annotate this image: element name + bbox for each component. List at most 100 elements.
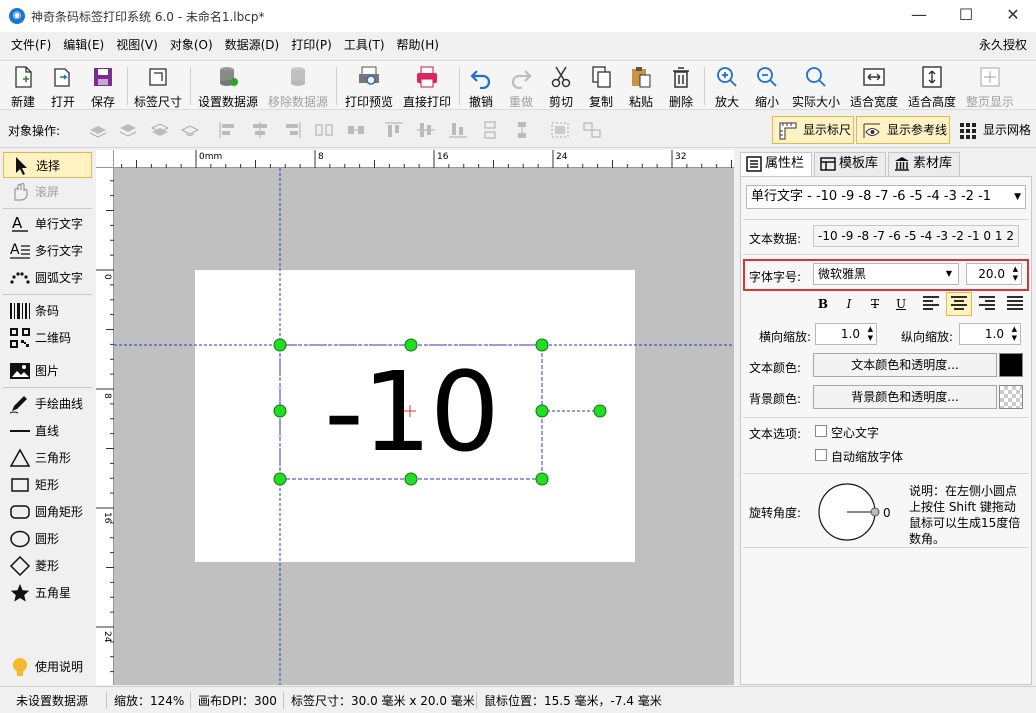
object-select[interactable]: 单行文字 - -10 -9 -8 -7 -6 -5 -4 -3 -2 -1 ▼ bbox=[746, 185, 1026, 209]
tool-star[interactable]: 五角星 bbox=[3, 580, 92, 606]
menu-view[interactable]: 视图(V) bbox=[110, 32, 164, 58]
bring-front-icon[interactable] bbox=[88, 121, 108, 139]
zoom-out-button[interactable]: 缩小 bbox=[750, 63, 784, 109]
bring-forward-icon[interactable] bbox=[118, 121, 138, 139]
vertical-ruler[interactable]: 0 8 16 24 bbox=[96, 168, 114, 685]
fit-width-button[interactable]: 适合宽度 bbox=[848, 63, 900, 109]
distribute-h-icon[interactable] bbox=[314, 121, 334, 139]
paste-button[interactable]: 粘贴 bbox=[624, 63, 658, 109]
menu-help[interactable]: 帮助(H) bbox=[391, 32, 445, 58]
spinner-arrows-icon[interactable]: ▲ ▼ bbox=[1012, 325, 1017, 343]
align-right-icon[interactable] bbox=[282, 121, 302, 139]
same-width-icon[interactable] bbox=[346, 121, 366, 139]
send-back-icon[interactable] bbox=[180, 121, 200, 139]
tab-templates[interactable]: 模板库 bbox=[814, 152, 886, 176]
remove-datasource-button[interactable]: 移除数据源 bbox=[266, 63, 330, 109]
auto-shrink-checkbox[interactable] bbox=[815, 449, 827, 461]
maximize-button[interactable]: ☐ bbox=[943, 0, 989, 32]
canvas-text-object[interactable]: -10 bbox=[284, 348, 538, 476]
bg-color-button[interactable]: 背景颜色和透明度... bbox=[813, 385, 997, 409]
vscale-spinner[interactable]: 1.0 ▲ ▼ bbox=[959, 323, 1021, 345]
align-top-icon[interactable] bbox=[384, 121, 404, 139]
text-color-swatch[interactable] bbox=[999, 353, 1023, 377]
tool-round-rect[interactable]: 圆角矩形 bbox=[3, 499, 92, 525]
hollow-text-checkbox[interactable] bbox=[815, 425, 827, 437]
tool-rect[interactable]: 矩形 bbox=[3, 472, 92, 498]
group-icon[interactable] bbox=[550, 121, 570, 139]
font-size-spinner[interactable]: 20.0 ▲ ▼ bbox=[966, 263, 1022, 285]
align-middle-icon[interactable] bbox=[416, 121, 436, 139]
tool-scroll[interactable]: 滚屏 bbox=[3, 179, 92, 205]
send-backward-icon[interactable] bbox=[150, 121, 170, 139]
cut-button[interactable]: 剪切 bbox=[544, 63, 578, 109]
full-page-button[interactable]: 整页显示 bbox=[964, 63, 1016, 109]
tool-single-text[interactable]: A 单行文字 bbox=[3, 211, 92, 237]
align-center-text-button[interactable] bbox=[946, 292, 972, 316]
show-ruler-toggle[interactable]: 显示标尺 bbox=[772, 116, 854, 144]
same-height-icon[interactable] bbox=[512, 121, 532, 139]
show-guides-toggle[interactable]: 显示参考线 bbox=[856, 116, 950, 144]
menu-datasource[interactable]: 数据源(D) bbox=[219, 32, 286, 58]
align-left-icon[interactable] bbox=[218, 121, 238, 139]
tool-freehand[interactable]: 手绘曲线 bbox=[3, 391, 92, 417]
close-button[interactable]: ✕ bbox=[990, 0, 1036, 32]
design-canvas[interactable]: -10 bbox=[114, 168, 734, 685]
show-grid-toggle[interactable]: 显示网格 bbox=[952, 116, 1034, 144]
underline-icon[interactable]: U bbox=[891, 294, 911, 314]
ungroup-icon[interactable] bbox=[582, 121, 602, 139]
tool-triangle[interactable]: 三角形 bbox=[3, 445, 92, 471]
italic-icon[interactable]: I bbox=[839, 294, 859, 314]
minimize-button[interactable]: — bbox=[896, 0, 942, 32]
horizontal-ruler[interactable]: 0mm 8 16 24 32 bbox=[114, 150, 734, 168]
print-preview-button[interactable]: 打印预览 bbox=[342, 63, 396, 109]
spinner-arrows-icon[interactable]: ▲ ▼ bbox=[1013, 265, 1018, 283]
tool-arc-text[interactable]: 圆弧文字 bbox=[3, 265, 92, 291]
menu-edit[interactable]: 编辑(E) bbox=[57, 32, 110, 58]
align-bottom-icon[interactable] bbox=[448, 121, 468, 139]
tool-image[interactable]: 图片 bbox=[3, 358, 92, 384]
direct-print-button[interactable]: 直接打印 bbox=[400, 63, 454, 109]
tool-diamond[interactable]: 菱形 bbox=[3, 553, 92, 579]
tab-properties[interactable]: 属性栏 bbox=[740, 152, 812, 176]
save-button[interactable]: 保存 bbox=[86, 63, 120, 109]
align-right-text-icon[interactable] bbox=[977, 295, 997, 313]
spinner-arrows-icon[interactable]: ▲ ▼ bbox=[868, 325, 873, 343]
zoom-in-button[interactable]: 放大 bbox=[710, 63, 744, 109]
copy-button[interactable]: 复制 bbox=[584, 63, 618, 109]
strikethrough-icon[interactable]: T bbox=[865, 294, 885, 314]
menu-tools[interactable]: 工具(T) bbox=[338, 32, 391, 58]
actual-size-button[interactable]: 实际大小 bbox=[790, 63, 842, 109]
tool-select[interactable]: 选择 bbox=[3, 152, 92, 178]
help-button[interactable]: 使用说明 bbox=[3, 654, 92, 680]
tab-materials[interactable]: 素材库 bbox=[888, 152, 960, 176]
set-datasource-button[interactable]: 设置数据源 bbox=[196, 63, 260, 109]
menu-file[interactable]: 文件(F) bbox=[5, 32, 57, 58]
rotation-dial[interactable]: 0 bbox=[815, 481, 895, 543]
bold-icon[interactable]: B bbox=[813, 294, 833, 314]
tool-qrcode[interactable]: 二维码 bbox=[3, 325, 92, 351]
tool-multi-text[interactable]: A 多行文字 bbox=[3, 238, 92, 264]
fit-height-button[interactable]: 适合高度 bbox=[906, 63, 958, 109]
redo-button[interactable]: 重做 bbox=[504, 63, 538, 109]
hscale-spinner[interactable]: 1.0 ▲ ▼ bbox=[815, 323, 877, 345]
undo-button[interactable]: 撤销 bbox=[464, 63, 498, 109]
align-left-text-icon[interactable] bbox=[921, 295, 941, 313]
text-color-button[interactable]: 文本颜色和透明度... bbox=[813, 353, 997, 377]
text-data-button[interactable]: -10 -9 -8 -7 -6 -5 -4 -3 -2 -1 0 1 2 ... bbox=[813, 225, 1019, 247]
license-status[interactable]: 永久授权 bbox=[979, 32, 1027, 58]
new-button[interactable]: 新建 bbox=[6, 63, 40, 109]
justify-text-icon[interactable] bbox=[1005, 295, 1025, 313]
tool-barcode[interactable]: 条码 bbox=[3, 298, 92, 324]
distribute-v-icon[interactable] bbox=[480, 121, 500, 139]
rotation-handle[interactable] bbox=[593, 404, 607, 418]
delete-button[interactable]: 删除 bbox=[664, 63, 698, 109]
bg-color-swatch[interactable] bbox=[999, 385, 1023, 409]
label-size-button[interactable]: 标签尺寸 bbox=[131, 63, 185, 109]
open-button[interactable]: 打开 bbox=[46, 63, 80, 109]
align-center-icon[interactable] bbox=[250, 121, 270, 139]
font-name-select[interactable]: 微软雅黑 ▼ bbox=[813, 263, 959, 285]
rotation-dial-handle[interactable] bbox=[870, 507, 880, 517]
menu-print[interactable]: 打印(P) bbox=[285, 32, 338, 58]
tool-line[interactable]: 直线 bbox=[3, 418, 92, 444]
menu-object[interactable]: 对象(O) bbox=[164, 32, 219, 58]
